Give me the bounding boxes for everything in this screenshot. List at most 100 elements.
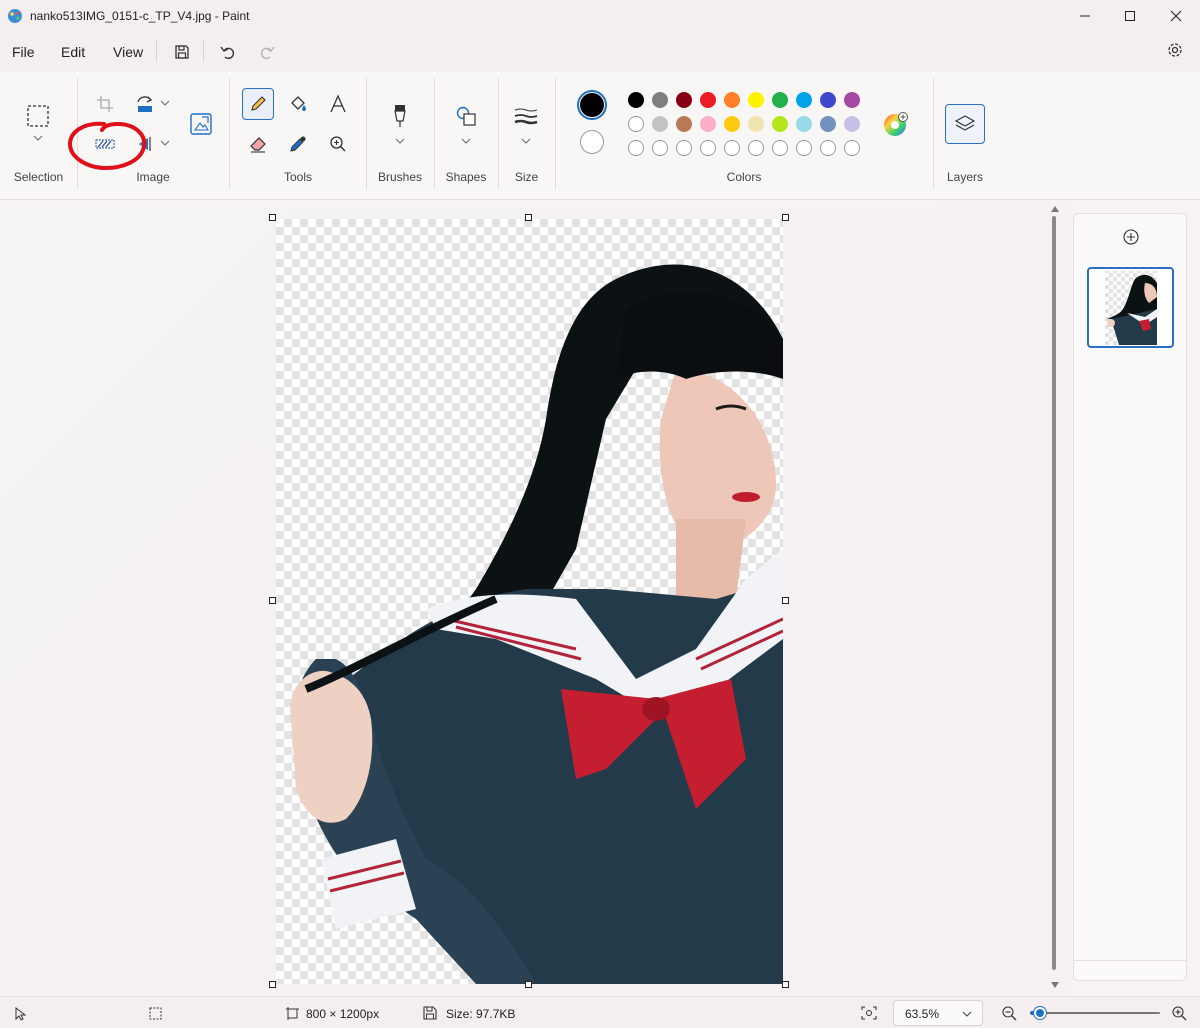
menu-view[interactable]: View bbox=[113, 44, 143, 60]
color-swatch[interactable] bbox=[820, 92, 836, 108]
custom-color-slot[interactable] bbox=[652, 140, 668, 156]
chevron-down-icon[interactable] bbox=[395, 138, 405, 144]
selection-size-icon bbox=[149, 1007, 162, 1020]
redo-icon bbox=[260, 46, 275, 60]
zoom-slider[interactable] bbox=[1030, 1005, 1160, 1021]
group-label-shapes: Shapes bbox=[445, 170, 487, 184]
color-swatch[interactable] bbox=[724, 92, 740, 108]
close-button[interactable] bbox=[1153, 0, 1199, 32]
resize-handle[interactable] bbox=[269, 597, 276, 604]
save-button[interactable] bbox=[168, 38, 196, 66]
color-picker-icon bbox=[290, 136, 306, 152]
shapes-button[interactable] bbox=[450, 100, 482, 132]
chevron-down-icon[interactable] bbox=[521, 138, 531, 144]
add-layer-button[interactable] bbox=[1122, 228, 1140, 246]
custom-color-slot[interactable] bbox=[748, 140, 764, 156]
resize-button[interactable] bbox=[185, 108, 217, 140]
magnifier-button[interactable] bbox=[322, 128, 354, 160]
color-swatch[interactable] bbox=[796, 92, 812, 108]
color-picker-button[interactable] bbox=[282, 128, 314, 160]
color-swatch[interactable] bbox=[652, 116, 668, 132]
minimize-icon bbox=[1080, 15, 1090, 17]
resize-handle[interactable] bbox=[782, 981, 789, 988]
color-swatch[interactable] bbox=[676, 92, 692, 108]
color-swatch[interactable] bbox=[700, 92, 716, 108]
color-swatch[interactable] bbox=[796, 116, 812, 132]
size-button[interactable] bbox=[510, 100, 542, 132]
custom-color-slot[interactable] bbox=[700, 140, 716, 156]
edit-colors-button[interactable] bbox=[879, 108, 911, 140]
fit-to-window-button[interactable] bbox=[857, 1003, 881, 1023]
cursor-position-icon bbox=[15, 1007, 26, 1021]
resize-handle[interactable] bbox=[525, 214, 532, 221]
scrollbar-thumb[interactable] bbox=[1052, 216, 1056, 970]
custom-color-slot[interactable] bbox=[820, 140, 836, 156]
color-swatch[interactable] bbox=[820, 116, 836, 132]
zoom-select[interactable]: 63.5% bbox=[893, 1000, 983, 1026]
menu-edit[interactable]: Edit bbox=[61, 44, 85, 60]
custom-color-slot[interactable] bbox=[676, 140, 692, 156]
color-swatch[interactable] bbox=[772, 92, 788, 108]
undo-button[interactable] bbox=[214, 38, 242, 66]
resize-handle[interactable] bbox=[782, 597, 789, 604]
primary-color[interactable] bbox=[577, 90, 607, 120]
layers-panel bbox=[1073, 213, 1187, 981]
scroll-up-icon[interactable] bbox=[1051, 206, 1059, 212]
vertical-scrollbar[interactable] bbox=[1048, 206, 1062, 990]
rotate-dropdown-chevron-icon[interactable] bbox=[160, 100, 170, 106]
color-swatch[interactable] bbox=[700, 116, 716, 132]
selection-dropdown[interactable] bbox=[22, 128, 54, 148]
zoom-slider-thumb[interactable] bbox=[1034, 1007, 1046, 1019]
brushes-button[interactable] bbox=[384, 100, 416, 132]
menu-separator bbox=[203, 40, 204, 62]
custom-color-slot[interactable] bbox=[724, 140, 740, 156]
color-swatch[interactable] bbox=[772, 116, 788, 132]
canvas-area[interactable] bbox=[0, 201, 1065, 995]
custom-color-slot[interactable] bbox=[844, 140, 860, 156]
group-label-tools: Tools bbox=[283, 170, 312, 184]
brush-icon bbox=[394, 105, 406, 127]
redo-button[interactable] bbox=[253, 38, 281, 66]
color-swatch[interactable] bbox=[628, 92, 644, 108]
maximize-button[interactable] bbox=[1107, 0, 1153, 32]
color-swatch[interactable] bbox=[748, 116, 764, 132]
menu-separator bbox=[156, 40, 157, 62]
zoom-out-button[interactable] bbox=[1000, 1004, 1018, 1022]
chevron-down-icon bbox=[962, 1011, 972, 1017]
layers-button[interactable] bbox=[945, 104, 985, 144]
custom-color-slot[interactable] bbox=[772, 140, 788, 156]
color-swatch[interactable] bbox=[748, 92, 764, 108]
layer-thumbnail[interactable] bbox=[1087, 267, 1174, 348]
resize-handle[interactable] bbox=[269, 214, 276, 221]
custom-color-slot[interactable] bbox=[796, 140, 812, 156]
resize-handle[interactable] bbox=[782, 214, 789, 221]
color-swatch[interactable] bbox=[628, 116, 644, 132]
menu-file[interactable]: File bbox=[12, 44, 35, 60]
color-swatch[interactable] bbox=[844, 92, 860, 108]
eraser-button[interactable] bbox=[242, 128, 274, 160]
primary-color-swatch bbox=[580, 93, 604, 117]
color-swatch[interactable] bbox=[676, 116, 692, 132]
color-swatch[interactable] bbox=[652, 92, 668, 108]
maximize-icon bbox=[1125, 11, 1135, 21]
text-button[interactable] bbox=[322, 88, 354, 120]
image-canvas[interactable] bbox=[276, 219, 783, 984]
secondary-color[interactable] bbox=[580, 130, 604, 154]
settings-button[interactable] bbox=[1161, 36, 1189, 64]
scroll-down-icon[interactable] bbox=[1051, 982, 1059, 988]
minimize-button[interactable] bbox=[1062, 0, 1108, 32]
color-swatch[interactable] bbox=[724, 116, 740, 132]
resize-handle[interactable] bbox=[525, 981, 532, 988]
stroke-size-icon bbox=[514, 108, 538, 125]
pencil-button[interactable] bbox=[242, 88, 274, 120]
color-swatch[interactable] bbox=[844, 116, 860, 132]
gear-icon bbox=[1168, 43, 1182, 57]
fill-button[interactable] bbox=[282, 88, 314, 120]
resize-handle[interactable] bbox=[269, 981, 276, 988]
flip-dropdown-chevron-icon[interactable] bbox=[160, 140, 170, 146]
chevron-down-icon[interactable] bbox=[461, 138, 471, 144]
zoom-in-button[interactable] bbox=[1170, 1004, 1188, 1022]
file-size: Size: 97.7KB bbox=[446, 1007, 516, 1021]
close-icon bbox=[1170, 10, 1182, 22]
custom-color-slot[interactable] bbox=[628, 140, 644, 156]
